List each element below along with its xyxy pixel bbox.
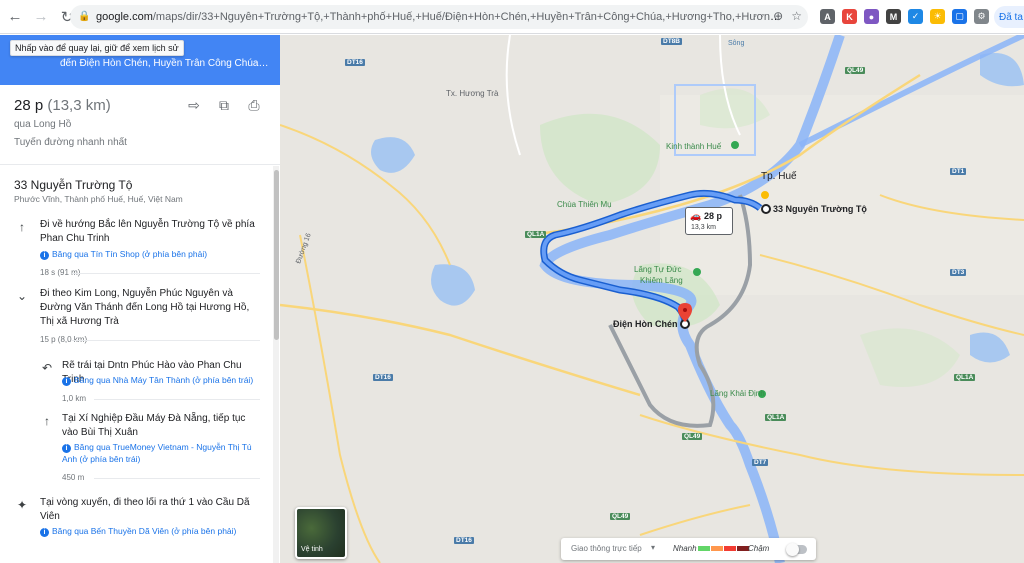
road-shield: DT16 [373,374,393,381]
route-note: Tuyến đường nhanh nhất [14,137,127,148]
forward-icon[interactable]: → [30,6,52,28]
place-label[interactable]: Tx. Hương Trà [446,89,498,98]
step-distance: 15 p (8,0 km) [40,335,260,344]
road-shield: QL49 [610,513,631,520]
origin-address: Phước Vĩnh, Thành phố Huế, Huế, Việt Nam [14,194,183,204]
road-shield: QL1A [525,231,547,238]
road-shield: DT3 [950,269,967,276]
extension-icon[interactable]: A [820,9,835,24]
scrollbar-thumb[interactable] [274,170,279,340]
extension-icon[interactable]: ▢ [952,9,967,24]
road-shield: DT7 [752,459,769,466]
roundabout-icon: ✦ [16,498,28,512]
share-icon[interactable]: ⧉ [216,97,232,114]
place-label[interactable]: Lăng Tự Đức [634,265,681,274]
add-icon[interactable]: ⊕ [773,9,783,23]
road-shield: QL1A [954,374,976,381]
caret-down-icon[interactable]: ▾ [651,543,655,552]
address-bar[interactable]: 🔒 google.com/maps/dir/33+Nguyễn+Trường+T… [70,5,808,29]
route-via: qua Long Hồ [14,119,72,130]
extension-icon[interactable]: ⚙ [974,9,989,24]
destination-label[interactable]: Điện Hòn Chén [613,319,678,329]
river-label: Sông [728,40,745,47]
place-label[interactable]: Tp. Huế [761,171,797,182]
step-distance: 450 m [62,473,260,482]
info-icon: i [62,377,71,386]
info-icon: i [62,444,71,453]
print-icon[interactable]: ⎙ [246,97,262,114]
extension-icon[interactable]: K [842,9,857,24]
origin-label[interactable]: 33 Nguyên Trường Tộ [773,204,867,214]
road-shield: QL49 [845,67,866,74]
step-distance: 18 s (91 m) [40,268,260,277]
info-icon: i [40,528,49,537]
steps-list: 33 Nguyễn Trường Tộ Phước Vĩnh, Thành ph… [0,166,272,563]
chevron-down-icon[interactable]: ⌄ [15,289,29,303]
place-label[interactable]: Lăng Khải Định [710,389,765,398]
turn-left-icon: ↶ [41,361,53,375]
place-label[interactable]: Chùa Thiên Mụ [557,200,612,209]
straight-arrow-icon: ↑ [19,220,25,234]
panel-scrollbar[interactable] [273,166,279,563]
step-landmark: i Băng qua Bến Thuyền Dã Viên (ở phía bên… [40,525,262,537]
directions-header[interactable]: Vĩnh, Thành phố Huế,... đến Điện Hòn Ché… [0,35,280,85]
step-text: Tại vòng xuyến, đi theo lối ra thứ 1 vào… [40,497,250,522]
car-icon: 🚗 [690,211,702,221]
back-icon[interactable]: ← [4,6,26,28]
route-summary: 28 p (13,3 km) qua Long Hồ Tuyến đường n… [0,85,280,165]
extension-icon[interactable]: ☀ [930,9,945,24]
road-shield: QL1A [765,414,787,421]
step-landmark: i Băng qua Tín Tín Shop (ở phía bên phải) [40,248,262,260]
back-tooltip: Nhấp vào để quay lại, giữ để xem lịch sử [10,40,184,56]
url-text: google.com/maps/dir/33+Nguyễn+Trường+Tộ,… [96,11,786,23]
step-landmark: i Băng qua Nhà Máy Tân Thành (ở phía bên … [62,374,262,386]
profile-button[interactable]: Đã ta [994,6,1024,28]
origin-title: 33 Nguyễn Trường Tộ [14,178,133,192]
satellite-layer-button[interactable]: Vệ tinh [295,507,347,559]
route-duration: 28 p (13,3 km) [14,97,111,114]
destination-summary: đến Điện Hòn Chén, Huyền Trân Công Chúa,… [60,58,270,69]
road-shield: DT16 [345,59,365,66]
route-info-chip[interactable]: 🚗 28 p 13,3 km [685,207,733,235]
lock-icon: 🔒 [78,11,91,22]
step-text: Đi theo Kim Long, Nguyễn Phúc Nguyên và … [40,288,250,327]
traffic-legend: Giao thông trực tiếp ▾ Nhanh Chậm [561,538,816,560]
extension-icon[interactable]: ● [864,9,879,24]
traffic-dropdown[interactable]: Giao thông trực tiếp [571,544,642,553]
star-icon[interactable]: ☆ [791,9,802,23]
place-label[interactable]: Khiêm Lăng [640,276,683,285]
traffic-toggle[interactable] [786,543,807,556]
road-shield: DT1 [950,168,967,175]
extension-icon[interactable]: M [886,9,901,24]
step-text: Tại Xí Nghiệp Đầu Máy Đà Nẵng, tiếp tục … [62,413,246,438]
info-icon: i [40,251,49,260]
send-to-phone-icon[interactable]: ⇨ [186,97,202,114]
road-shield: DT8B [661,38,682,45]
map-layer [280,35,1024,563]
step-text: Đi về hướng Bắc lên Nguyễn Trường Tộ về … [40,219,255,244]
road-shield: DT16 [454,537,474,544]
browser-toolbar: ← → ↻ 🔒 google.com/maps/dir/33+Nguyễn+Tr… [0,0,1024,34]
traffic-scale [698,546,749,551]
directions-panel: Vĩnh, Thành phố Huế,... đến Điện Hòn Ché… [0,35,280,563]
road-shield: QL49 [682,433,703,440]
extensions-bar: A K ● M ✓ ☀ ▢ ⚙ [820,9,989,24]
map-canvas[interactable]: DT16 DT8B QL49 DT1 QL1A DT3 DT16 QL1A QL… [280,35,1024,563]
place-label[interactable]: Kinh thành Huế [666,142,721,151]
step-landmark: i Băng qua TrueMoney Vietnam - Nguyễn Thị… [62,442,252,464]
extension-icon[interactable]: ✓ [908,9,923,24]
step-distance: 1,0 km [62,394,260,403]
straight-arrow-icon: ↑ [44,414,50,428]
